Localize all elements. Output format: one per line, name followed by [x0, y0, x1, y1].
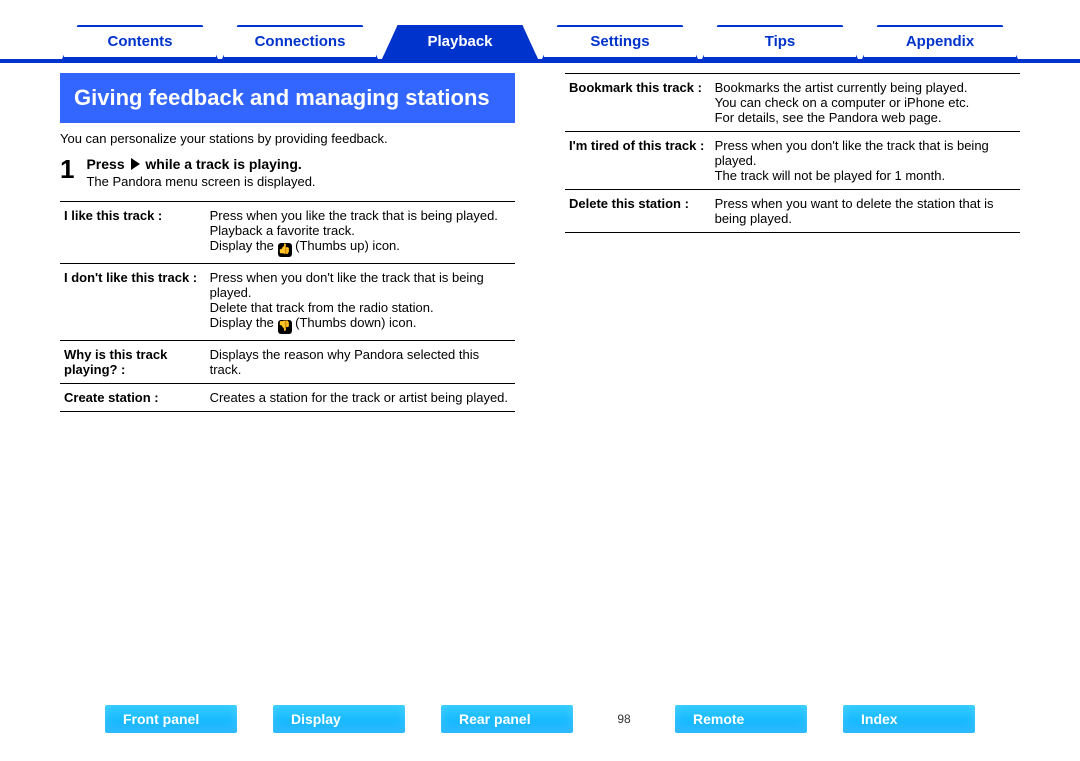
- table-row: Create station : Creates a station for t…: [60, 384, 515, 412]
- thumbs-down-icon: 👎: [278, 320, 292, 334]
- right-column: Bookmark this track : Bookmarks the arti…: [565, 73, 1020, 412]
- tab-playback[interactable]: Playback: [382, 25, 538, 59]
- tab-tips[interactable]: Tips: [702, 25, 858, 59]
- left-column: Giving feedback and managing stations Yo…: [60, 73, 515, 412]
- opt-desc-line: Display the 👍 (Thumbs up) icon.: [210, 238, 511, 257]
- opt-desc: Bookmarks the artist currently being pla…: [711, 74, 1020, 132]
- opt-desc-line: The track will not be played for 1 month…: [715, 168, 1016, 183]
- opt-desc-line: Press when you don't like the track that…: [210, 270, 511, 300]
- opt-desc: Press when you like the track that is be…: [206, 202, 515, 264]
- step-press: Press: [86, 156, 124, 172]
- opt-desc-pre: Display the: [210, 315, 278, 330]
- opt-desc-line: Playback a favorite track.: [210, 223, 511, 238]
- tab-label: Playback: [382, 25, 538, 59]
- opt-desc: Press when you want to delete the statio…: [711, 190, 1020, 233]
- opt-label: Create station :: [60, 384, 206, 412]
- main-content: Giving feedback and managing stations Yo…: [0, 63, 1080, 412]
- step-while: while a track is playing.: [145, 156, 301, 172]
- step-1: 1 Press while a track is playing. The Pa…: [60, 156, 515, 189]
- opt-desc-line: You can check on a computer or iPhone et…: [715, 95, 1016, 110]
- opt-desc-line: Bookmarks the artist currently being pla…: [715, 80, 1016, 95]
- table-row: Bookmark this track : Bookmarks the arti…: [565, 74, 1020, 132]
- play-triangle-icon: [131, 158, 140, 170]
- tab-label: Tips: [702, 25, 858, 59]
- tab-label: Appendix: [862, 25, 1018, 59]
- tab-label: Connections: [222, 25, 378, 59]
- tab-appendix[interactable]: Appendix: [862, 25, 1018, 59]
- table-row: I like this track : Press when you like …: [60, 202, 515, 264]
- step-subtext: The Pandora menu screen is displayed.: [86, 174, 315, 189]
- opt-label: I like this track :: [60, 202, 206, 264]
- opt-desc: Press when you don't like the track that…: [711, 132, 1020, 190]
- bottom-link-index[interactable]: Index: [843, 705, 975, 733]
- bottom-link-front-panel[interactable]: Front panel: [105, 705, 237, 733]
- opt-label: I don't like this track :: [60, 264, 206, 341]
- opt-desc: Creates a station for the track or artis…: [206, 384, 515, 412]
- top-nav: Contents Connections Playback Settings T…: [0, 0, 1080, 63]
- opt-desc-line: Press when you like the track that is be…: [210, 208, 511, 223]
- opt-desc-line: Display the 👎 (Thumbs down) icon.: [210, 315, 511, 334]
- intro-text: You can personalize your stations by pro…: [60, 131, 515, 146]
- options-table-right: Bookmark this track : Bookmarks the arti…: [565, 73, 1020, 233]
- thumbs-up-icon: 👍: [278, 243, 292, 257]
- opt-label: Bookmark this track :: [565, 74, 711, 132]
- opt-desc-line: For details, see the Pandora web page.: [715, 110, 1016, 125]
- step-number: 1: [60, 156, 74, 182]
- tab-contents[interactable]: Contents: [62, 25, 218, 59]
- step-body: Press while a track is playing. The Pand…: [86, 156, 315, 189]
- page-number: 98: [609, 712, 639, 726]
- step-title: Press while a track is playing.: [86, 156, 315, 172]
- opt-desc: Displays the reason why Pandora selected…: [206, 341, 515, 384]
- opt-desc-post: (Thumbs up) icon.: [292, 238, 400, 253]
- table-row: I don't like this track : Press when you…: [60, 264, 515, 341]
- opt-label: I'm tired of this track :: [565, 132, 711, 190]
- tab-label: Settings: [542, 25, 698, 59]
- opt-desc: Press when you don't like the track that…: [206, 264, 515, 341]
- tab-connections[interactable]: Connections: [222, 25, 378, 59]
- options-table-left: I like this track : Press when you like …: [60, 201, 515, 412]
- opt-desc-post: (Thumbs down) icon.: [292, 315, 417, 330]
- opt-desc-line: Press when you don't like the track that…: [715, 138, 1016, 168]
- opt-desc-pre: Display the: [210, 238, 278, 253]
- bottom-link-rear-panel[interactable]: Rear panel: [441, 705, 573, 733]
- tab-label: Contents: [62, 25, 218, 59]
- tab-settings[interactable]: Settings: [542, 25, 698, 59]
- table-row: I'm tired of this track : Press when you…: [565, 132, 1020, 190]
- table-row: Delete this station : Press when you wan…: [565, 190, 1020, 233]
- bottom-link-remote[interactable]: Remote: [675, 705, 807, 733]
- section-heading: Giving feedback and managing stations: [60, 73, 515, 123]
- opt-desc-line: Delete that track from the radio station…: [210, 300, 511, 315]
- bottom-link-display[interactable]: Display: [273, 705, 405, 733]
- bottom-nav: Front panel Display Rear panel 98 Remote…: [0, 705, 1080, 733]
- opt-label: Why is this track playing? :: [60, 341, 206, 384]
- table-row: Why is this track playing? : Displays th…: [60, 341, 515, 384]
- opt-label: Delete this station :: [565, 190, 711, 233]
